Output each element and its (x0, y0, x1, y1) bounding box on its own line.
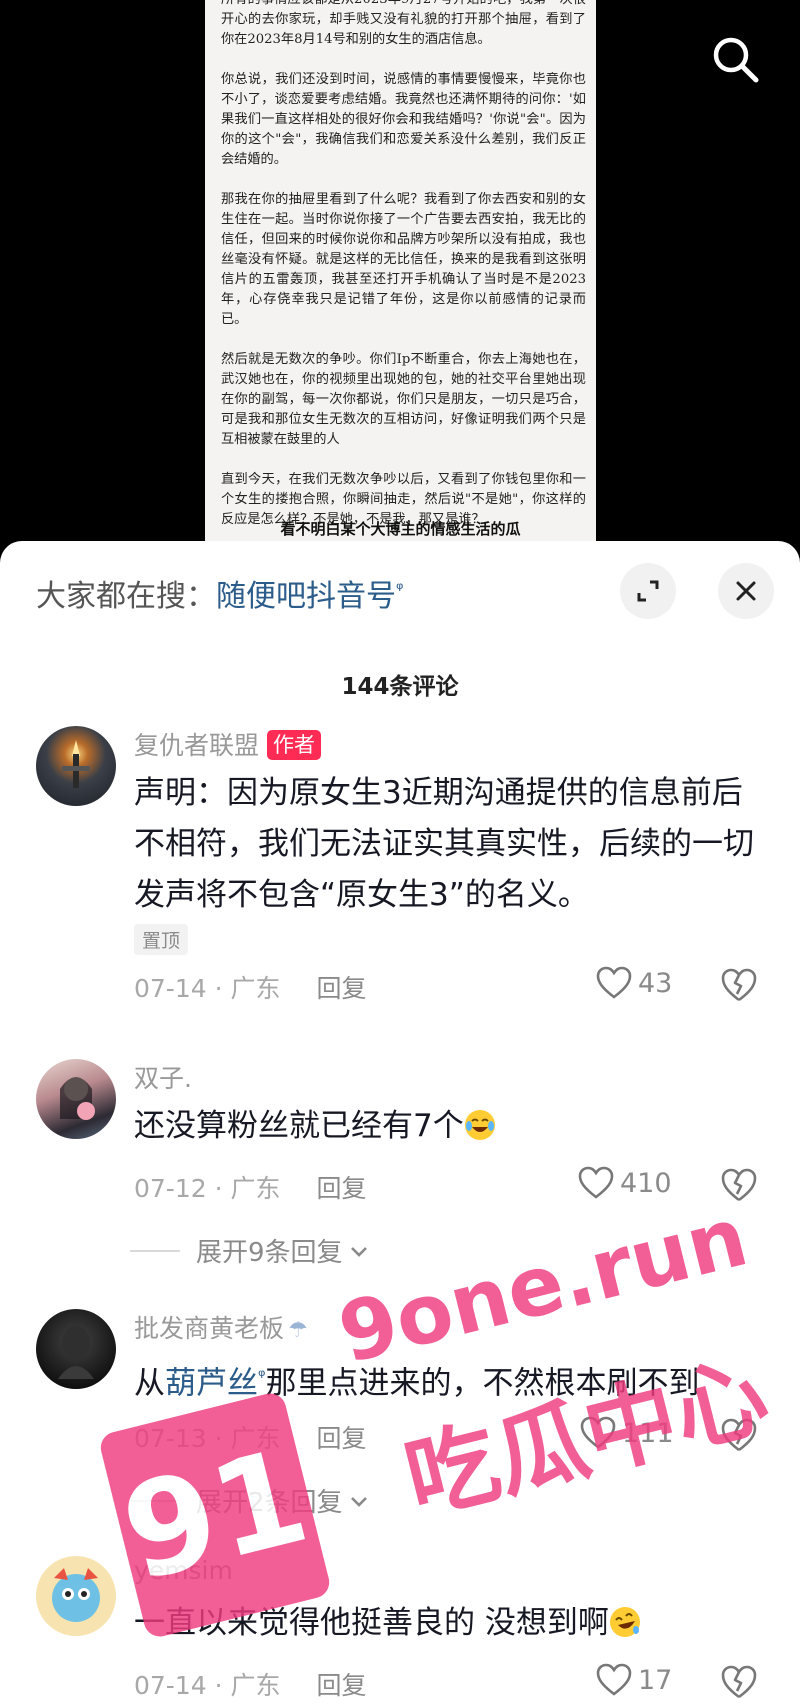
dislike-button[interactable] (720, 1167, 758, 1203)
comment-text-suffix: 那里点进来的，不然根本刷不到 (265, 1365, 700, 1402)
crying-laughing-emoji (464, 1110, 495, 1140)
comment-text-body: 一直以来觉得他挺善良的 没想到啊 (134, 1605, 609, 1641)
close-sheet-button[interactable] (718, 563, 774, 619)
expand-icon (637, 580, 659, 602)
dislike-button[interactable] (720, 1664, 758, 1700)
note-paragraph: 你总说，我们还没到时间，说感情的事情要慢慢来，毕竟你也不小了，谈恋爱要考虑结婚。… (221, 72, 586, 167)
like-count: 17 (638, 1664, 673, 1696)
search-suggestion-prefix: 大家都在搜： (36, 579, 216, 614)
username-text[interactable]: 批发商黄老板 (134, 1314, 284, 1343)
reply-button[interactable]: 回复 (317, 974, 367, 1003)
divider-line (130, 1499, 180, 1502)
comment-text: 一直以来觉得他挺善良的 没想到啊 (134, 1598, 770, 1649)
expand-replies-label: 展开2条回复 (196, 1488, 343, 1518)
comment-meta: 07-14 · 广东 回复 (134, 969, 367, 1005)
divider-line (130, 1249, 180, 1252)
umbrella-icon: ☂ (288, 1318, 308, 1343)
expand-sheet-button[interactable] (620, 563, 676, 619)
note-paragraph: 那我在你的抽屉里看到了什么呢？我看到了你去西安和别的女生住在一起。当时你说你接了… (221, 192, 586, 327)
comment-date-location: 07-12 · 广东 (134, 1174, 281, 1203)
dislike-button[interactable] (720, 967, 758, 1003)
note-paragraph: 然后就是无数次的争吵。你们Ip不断重合，你去上海她也在，武汉她也在，你的视频里出… (221, 352, 586, 447)
username-text[interactable]: 复仇者联盟 (134, 731, 259, 760)
expand-replies-button[interactable]: 展开2条回复 (130, 1482, 371, 1519)
like-count: 410 (620, 1167, 672, 1199)
heart-icon (596, 1663, 632, 1696)
comment-text: 从葫芦丝ᵠ那里点进来的，不然根本刷不到 (134, 1351, 770, 1409)
heart-icon (596, 966, 632, 999)
avatar[interactable] (36, 726, 116, 806)
comment-text: 还没算粉丝就已经有7个 (134, 1101, 770, 1152)
note-paragraph: 所有的事情应该都是从2023年9月27号开始的吧，我第一次很开心的去你家玩，却手… (221, 0, 586, 47)
comment-text-prefix: 从 (134, 1365, 165, 1402)
expand-replies-label: 展开9条回复 (196, 1238, 343, 1268)
comment-username[interactable]: 批发商黄老板 ☂ (134, 1309, 308, 1345)
comment-date-location: 07-14 · 广东 (134, 1671, 281, 1700)
reply-button[interactable]: 回复 (317, 1671, 367, 1700)
comment-sheet: 大家都在搜：随便吧抖音号ᵠ 144条评论 复仇者联盟 作者 声明：因为原女生3近期… (0, 541, 800, 1704)
heart-icon (580, 1416, 616, 1449)
chevron-down-icon (350, 1496, 367, 1507)
comment-username[interactable]: 双子. (134, 1059, 192, 1095)
dislike-button[interactable] (720, 1417, 758, 1453)
comment-username[interactable]: yemsim (134, 1556, 233, 1585)
close-icon (736, 581, 756, 601)
search-icon (713, 37, 759, 83)
expand-replies-button[interactable]: 展开9条回复 (130, 1232, 371, 1269)
search-keyword-link[interactable]: 葫芦丝 (165, 1365, 258, 1401)
comment-text-body: 还没算粉丝就已经有7个 (134, 1108, 464, 1144)
like-count: 43 (638, 967, 673, 999)
broken-heart-icon (721, 968, 757, 1002)
video-caption: 看不明白某个大博主的情感生活的瓜 (280, 520, 521, 538)
like-count: 111 (622, 1417, 674, 1449)
avatar-figure (58, 1326, 94, 1379)
chevron-down-icon (350, 1246, 367, 1257)
comment-username[interactable]: 复仇者联盟 作者 (134, 726, 322, 762)
comment-date-location: 07-13 · 广东 (134, 1424, 281, 1453)
comment-date-location: 07-14 · 广东 (134, 974, 281, 1003)
like-button[interactable]: 43 (596, 966, 672, 1000)
avatar[interactable] (36, 1309, 116, 1389)
comment-meta: 07-14 · 广东 回复 (134, 1666, 367, 1702)
avatar-figure (62, 740, 90, 788)
avatar[interactable] (36, 1059, 116, 1139)
reply-button[interactable]: 回复 (317, 1174, 367, 1203)
heart-icon (578, 1166, 614, 1199)
broken-heart-icon (721, 1418, 757, 1452)
comment-text: 声明：因为原女生3近期沟通提供的信息前后不相符，我们无法证实其真实性，后续的一切… (134, 775, 754, 913)
comment-count: 144条评论 (341, 674, 459, 700)
note-screenshot: 所有的事情应该都是从2023年9月27号开始的吧，我第一次很开心的去你家玩，却手… (205, 0, 596, 545)
pinned-tag: 置顶 (134, 924, 189, 955)
broken-heart-icon (721, 1665, 757, 1699)
author-badge: 作者 (267, 730, 322, 760)
avatar[interactable] (36, 1556, 116, 1636)
search-button[interactable] (708, 32, 764, 88)
reply-button[interactable]: 回复 (317, 1424, 367, 1453)
comment-meta: 07-13 · 广东 回复 (134, 1419, 367, 1455)
like-button[interactable]: 410 (578, 1166, 672, 1200)
comment-meta: 07-12 · 广东 回复 (134, 1169, 367, 1205)
like-button[interactable]: 17 (596, 1663, 672, 1697)
like-button[interactable]: 111 (580, 1416, 674, 1450)
search-suggestion[interactable]: 大家都在搜：随便吧抖音号ᵠ (36, 571, 403, 615)
avatar-figure (60, 1077, 95, 1120)
video-player[interactable]: 所有的事情应该都是从2023年9月27号开始的吧，我第一次很开心的去你家玩，却手… (0, 0, 800, 545)
avatar-figure (52, 1568, 100, 1622)
rolling-laughing-emoji (609, 1607, 640, 1637)
small-search-icon: ᵠ (396, 579, 404, 600)
search-suggestion-keyword[interactable]: 随便吧抖音号 (216, 579, 396, 614)
broken-heart-icon (721, 1168, 757, 1202)
